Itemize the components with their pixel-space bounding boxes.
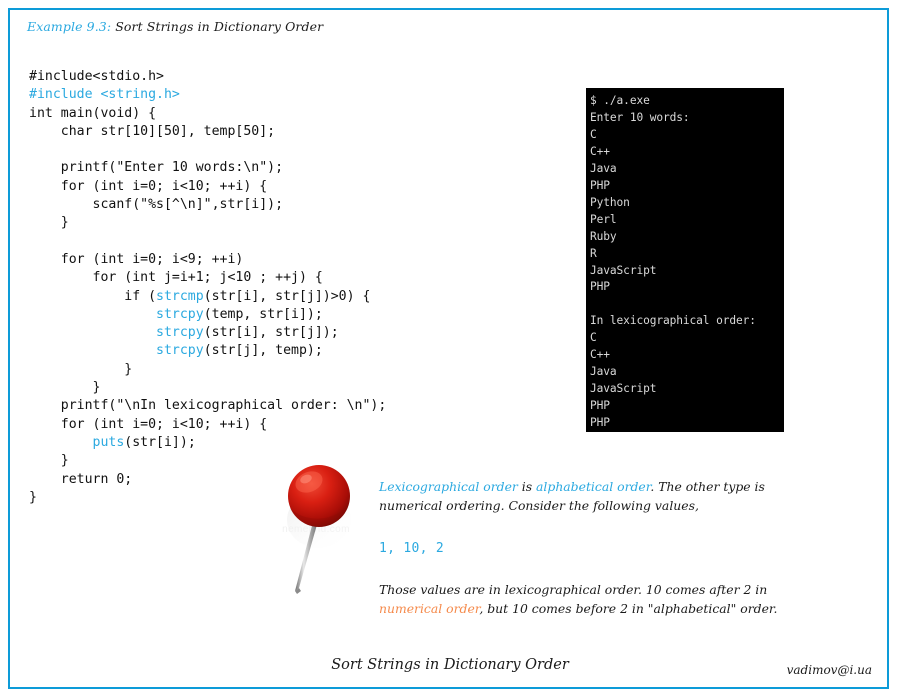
code-line: for (int j=i+1; j<10 ; ++j) {	[29, 270, 323, 286]
code-line: puts(str[i]);	[92, 434, 196, 450]
code-line: printf("Enter 10 words:\n");	[29, 160, 284, 176]
code-line: #include<stdio.h>	[29, 69, 164, 84]
code-line: strcpy(temp, str[i]);	[156, 306, 323, 322]
terminal-input-word: PHP	[590, 178, 610, 192]
code-line: int main(void) {	[29, 105, 157, 121]
push-pin-icon	[287, 465, 351, 594]
code-line: char str[10][50], temp[50];	[29, 123, 276, 139]
terminal-input-word: Ruby	[590, 229, 617, 243]
note-p2-text: Those values are in lexicographical orde…	[379, 582, 768, 597]
code-line: strcpy(str[i], str[j]);	[156, 325, 339, 341]
code-line: strcpy(str[j], temp);	[156, 343, 323, 359]
code-token-highlight: #include <string.h>	[29, 87, 180, 103]
code-line: }	[29, 361, 133, 377]
explanatory-note: Lexicographical order is alphabetical or…	[379, 477, 809, 618]
code-token-highlight: puts	[92, 434, 125, 450]
terminal-input-word: JavaScript	[590, 263, 657, 277]
terminal-output-word: C	[590, 331, 597, 345]
terminal-input-word: C++	[590, 144, 610, 158]
code-line: if (strcmp(str[i], str[j])>0) {	[29, 288, 371, 304]
code-token-highlight: strcpy	[156, 343, 204, 359]
code-line: }	[29, 215, 69, 231]
terminal-output-word: C++	[590, 348, 610, 362]
note-example-values: 1, 10, 2	[379, 541, 445, 556]
code-line: printf("\nIn lexicographical order: \n")…	[29, 398, 387, 414]
terminal-input-word: PHP	[590, 280, 610, 294]
terminal-output-word: PHP	[590, 399, 610, 413]
code-line: for (int i=0; i<9; ++i)	[29, 251, 244, 267]
code-line: for (int i=0; i<10; ++i) {	[29, 416, 268, 432]
terminal-input-word: Java	[590, 161, 617, 175]
code-line: for (int i=0; i<10; ++i) {	[29, 178, 268, 194]
note-p2-emphasis: numerical order	[379, 601, 480, 616]
terminal-output-heading: In lexicographical order:	[590, 314, 756, 328]
code-line: #include <string.h>	[29, 86, 549, 104]
code-line: scanf("%s[^\n]",str[i]);	[29, 197, 284, 213]
push-pin-image: nemepnu.com	[257, 452, 375, 622]
terminal-command: $ ./a.exe	[590, 94, 650, 107]
footer-title: Sort Strings in Dictionary Order	[331, 657, 569, 673]
terminal-input-word: R	[590, 246, 597, 260]
terminal-input-word: Perl	[590, 212, 617, 226]
code-line: }	[29, 380, 101, 396]
terminal-output-word: JavaScript	[590, 382, 657, 396]
terminal-output-panel: $ ./a.exe Enter 10 words: C C++ Java PHP Pytho…	[586, 88, 784, 432]
terminal-output-word: PHP	[590, 416, 610, 430]
page-title-text: Sort Strings in Dictionary Order	[115, 19, 324, 34]
note-p1-text: is	[517, 479, 537, 494]
code-token-highlight: strcmp	[156, 288, 204, 304]
code-token-highlight: strcpy	[156, 325, 204, 341]
slide-canvas: Example 9.3: Sort Strings in Dictionary …	[0, 0, 900, 700]
note-p1-emphasis: Lexicographical order	[379, 479, 518, 494]
terminal-output-word: Java	[590, 365, 617, 379]
code-listing: #include<stdio.h> #include <string.h> int …	[29, 68, 549, 507]
note-paragraph-1: Lexicographical order is alphabetical or…	[379, 477, 809, 515]
terminal-prompt-message: Enter 10 words:	[590, 110, 690, 124]
terminal-input-word: Python	[590, 195, 630, 209]
example-label: Example 9.3:	[27, 19, 112, 34]
note-p2-text: , but 10 comes before 2 in "alphabetical…	[479, 601, 778, 616]
code-token-highlight: strcpy	[156, 306, 204, 322]
terminal-input-word: C	[590, 127, 597, 141]
note-paragraph-2: Those values are in lexicographical orde…	[379, 580, 809, 618]
note-p1-emphasis: alphabetical order	[536, 479, 651, 494]
page-title: Example 9.3: Sort Strings in Dictionary …	[27, 19, 323, 34]
footer-email: vadimov@i.ua	[786, 663, 872, 677]
